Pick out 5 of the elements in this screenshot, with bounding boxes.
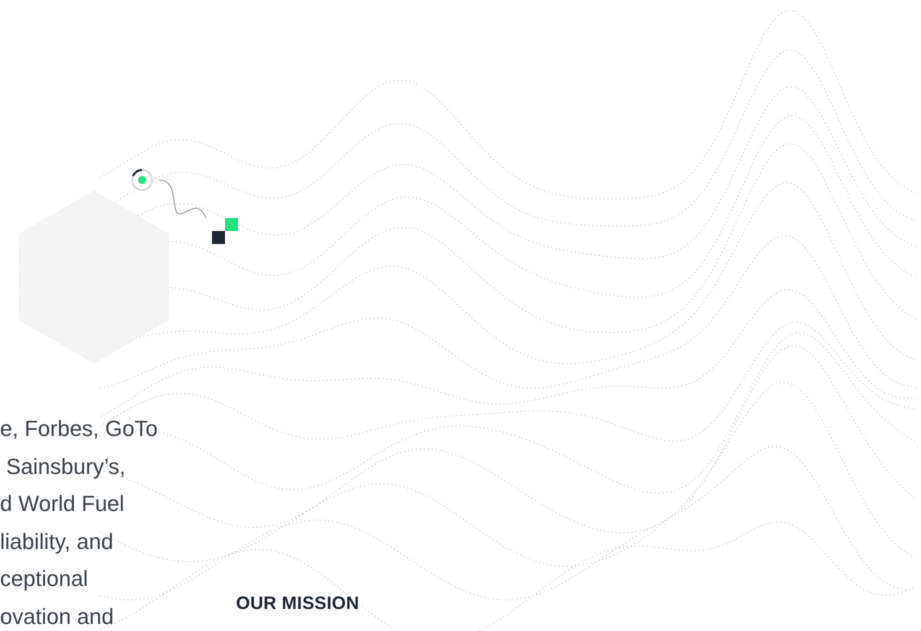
ring-icon bbox=[131, 169, 153, 191]
squiggle-line bbox=[158, 180, 206, 218]
squares-icon bbox=[212, 218, 238, 244]
section-label: OUR MISSION bbox=[236, 593, 360, 614]
intro-paragraph: e, Forbes, GoTo Sainsbury’s, d World Fuel liability, and ceptional ovation and bbox=[0, 415, 159, 630]
